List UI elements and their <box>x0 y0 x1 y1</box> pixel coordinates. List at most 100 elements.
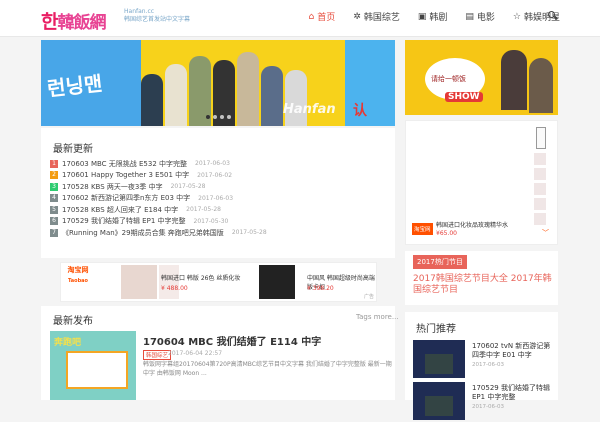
hot-title[interactable]: 2017韩国综艺节目大全 2017年韩国综艺节目 <box>413 274 553 296</box>
list-item[interactable]: 2 170601 Happy Together 3 E501 中字 2017-0… <box>50 170 267 182</box>
nav-item-home[interactable]: ⌂ 首页 <box>308 10 336 24</box>
slider-dot[interactable] <box>220 115 224 119</box>
logo-han: 한 <box>41 11 59 33</box>
posts-title: 最新发布 <box>53 316 93 327</box>
nav-label: 首页 <box>317 13 336 23</box>
banner-watermark: Hanfan <box>283 102 336 117</box>
logo-text: 韓飯網 <box>57 13 106 33</box>
item-title[interactable]: 170528 KBS 超人回来了 E184 中字 <box>62 205 178 215</box>
rank-badge: 4 <box>50 194 58 203</box>
item-title[interactable]: 170529 我们结婚了特辑 EP1 中字完整 <box>62 216 186 226</box>
nav-item-movie[interactable]: ▤ 电影 <box>465 10 495 24</box>
taobao-logo: 淘宝网 Taobao <box>63 265 93 299</box>
ad-show-label: SHOW <box>445 92 483 102</box>
product-price: ¥65.00 <box>436 230 457 237</box>
tv-icon: ▣ <box>417 11 427 22</box>
product-image <box>416 125 522 215</box>
hot-tag[interactable]: 2017热门节目 <box>413 255 467 269</box>
post-category[interactable]: 韩国综艺 <box>143 350 172 360</box>
banner-next-slide: 认 <box>345 40 395 126</box>
item-title[interactable]: 《Running Man》29期成员合集 奔跑吧兄弟韩国版 <box>62 228 224 238</box>
list-item[interactable]: 5 170528 KBS 超人回来了 E184 中字 2017-05-28 <box>50 204 267 216</box>
thumb-card <box>66 351 128 389</box>
list-item[interactable]: 3 170528 KBS 两天一夜3季 中字 2017-05-28 <box>50 181 267 193</box>
post-date: 2017-06-04 22:57 <box>168 350 223 357</box>
slider-dots <box>206 115 234 119</box>
latest-title: 最新更新 <box>53 144 93 155</box>
taobao-badge: 淘宝网 <box>412 223 433 235</box>
shop-ad[interactable]: 淘宝网 韩国进口化妆品玫瑰精华水 ¥65.00 ﹀ <box>405 120 558 245</box>
slider-dot[interactable] <box>213 115 217 119</box>
ad-item1-price: ¥ 488.00 <box>161 285 188 292</box>
item-title[interactable]: 170601 Happy Together 3 E501 中字 <box>62 170 189 180</box>
recommend-title: 热门推荐 <box>416 324 456 335</box>
main-nav: ⌂ 首页 ✲ 韩国综艺 ▣ 韩剧 ▤ 电影 ☆ 韩娱明星 <box>291 10 560 24</box>
item-title[interactable]: 170603 MBC 无限挑战 E532 中字完整 <box>62 159 187 169</box>
ad-corner-label: 广告 <box>363 294 374 300</box>
site-logo[interactable]: 한韓飯網 <box>41 7 106 34</box>
rank-badge: 1 <box>50 159 58 168</box>
tags-more-link[interactable]: Tags more... <box>356 313 399 321</box>
item-date: 2017-05-28 <box>170 183 206 191</box>
ad-item1-text: 韩国进口 韩版 26色 丝质化妆 <box>161 275 241 282</box>
home-icon: ⌂ <box>308 11 315 22</box>
product-desc: 韩国进口化妆品玫瑰精华水 <box>436 222 509 229</box>
nav-label: 韩国综艺 <box>363 13 400 23</box>
thumb-label: 奔跑吧 <box>54 338 82 348</box>
item-date: 2017-05-30 <box>193 217 229 225</box>
item-date: 2017-06-03 <box>195 160 230 168</box>
film-icon: ▤ <box>465 11 474 22</box>
taobao-logo-sub: Taobao <box>68 278 88 284</box>
recommend-item[interactable]: 170529 我们结婚了特辑 EP1 中字完整 2017-06-03 <box>413 382 553 422</box>
recommend-thumb <box>413 340 465 378</box>
product-thumbs <box>534 153 546 228</box>
taobao-ad-strip[interactable]: 淘宝网 Taobao 韩国进口 韩版 26色 丝质化妆 ¥ 488.00 中国风… <box>60 262 377 302</box>
search-icon[interactable] <box>548 11 558 21</box>
recommend-thumb <box>413 382 465 420</box>
chevron-down-icon[interactable]: ﹀ <box>542 228 549 238</box>
list-item[interactable]: 4 170602 新西游记第四季n东方 E03 中字 2017-06-03 <box>50 193 267 205</box>
rank-badge: 5 <box>50 205 58 214</box>
item-date: 2017-05-28 <box>231 229 267 237</box>
list-item[interactable]: 7 《Running Man》29期成员合集 奔跑吧兄弟韩国版 2017-05-… <box>50 227 267 239</box>
list-item[interactable]: 6 170529 我们结婚了特辑 EP1 中字完整 2017-05-30 <box>50 216 267 228</box>
rank-badge: 2 <box>50 171 58 180</box>
recommend-date: 2017-06-03 <box>472 362 504 368</box>
slider-dot[interactable] <box>206 115 210 119</box>
post-title[interactable]: 170604 MBC 我们结婚了 E114 中字 <box>143 333 321 348</box>
item-date: 2017-05-28 <box>186 206 221 214</box>
nav-item-variety[interactable]: ✲ 韩国综艺 <box>353 10 400 24</box>
side-ad-show[interactable]: 请给一顿饭 SHOW <box>405 40 558 115</box>
rank-badge: 7 <box>50 228 58 237</box>
ad-person-image <box>501 50 527 110</box>
item-title[interactable]: 170528 KBS 两天一夜3季 中字 <box>62 182 163 192</box>
product-thumb <box>536 127 546 149</box>
nav-label: 韩剧 <box>429 13 448 23</box>
banner-logo: 런닝맨 <box>46 71 104 101</box>
recommend-text[interactable]: 170529 我们结婚了特辑 EP1 中字完整 <box>472 384 552 402</box>
post-thumbnail[interactable]: 奔跑吧 <box>50 331 136 400</box>
site-header: 한韓飯網 Hanfan.cc 韩国综艺首发站中文字幕 ⌂ 首页 ✲ 韩国综艺 ▣… <box>0 0 600 37</box>
spinner-icon: ✲ <box>353 11 361 22</box>
tagline-line1: Hanfan.cc <box>124 8 155 15</box>
recommend-text[interactable]: 170602 tvN 新西游记第四季中字 E01 中字 <box>472 342 552 360</box>
rank-badge: 3 <box>50 182 58 191</box>
post-excerpt: 韩饭网字幕组20170604第720P高清MBC综艺节目中文字幕 我们结婚了中字… <box>143 361 392 377</box>
nav-label: 电影 <box>476 13 495 23</box>
banner-slider[interactable]: 런닝맨 Hanfan 认 <box>41 40 395 126</box>
taobao-logo-text: 淘宝网 <box>67 266 89 274</box>
ad-product-image <box>259 265 295 299</box>
ad-bubble-text: 请给一顿饭 <box>431 75 466 83</box>
item-title[interactable]: 170602 新西游记第四季n东方 E03 中字 <box>62 193 190 203</box>
nav-item-drama[interactable]: ▣ 韩剧 <box>417 10 448 24</box>
ad-product-image <box>121 265 157 299</box>
ad-product-image <box>159 265 179 299</box>
ad-item2-price: ¥ 398.20 <box>307 285 334 292</box>
rank-badge: 6 <box>50 217 58 226</box>
list-item[interactable]: 1 170603 MBC 无限挑战 E532 中字完整 2017-06-03 <box>50 158 267 170</box>
recommend-item[interactable]: 170602 tvN 新西游记第四季中字 E01 中字 2017-06-03 <box>413 340 553 380</box>
slider-dot[interactable] <box>227 115 231 119</box>
star-icon: ☆ <box>512 11 521 22</box>
hot-box: 2017热门节目 2017韩国综艺节目大全 2017年韩国综艺节目 <box>405 251 558 305</box>
site-tagline: Hanfan.cc 韩国综艺首发站中文字幕 <box>124 8 190 24</box>
